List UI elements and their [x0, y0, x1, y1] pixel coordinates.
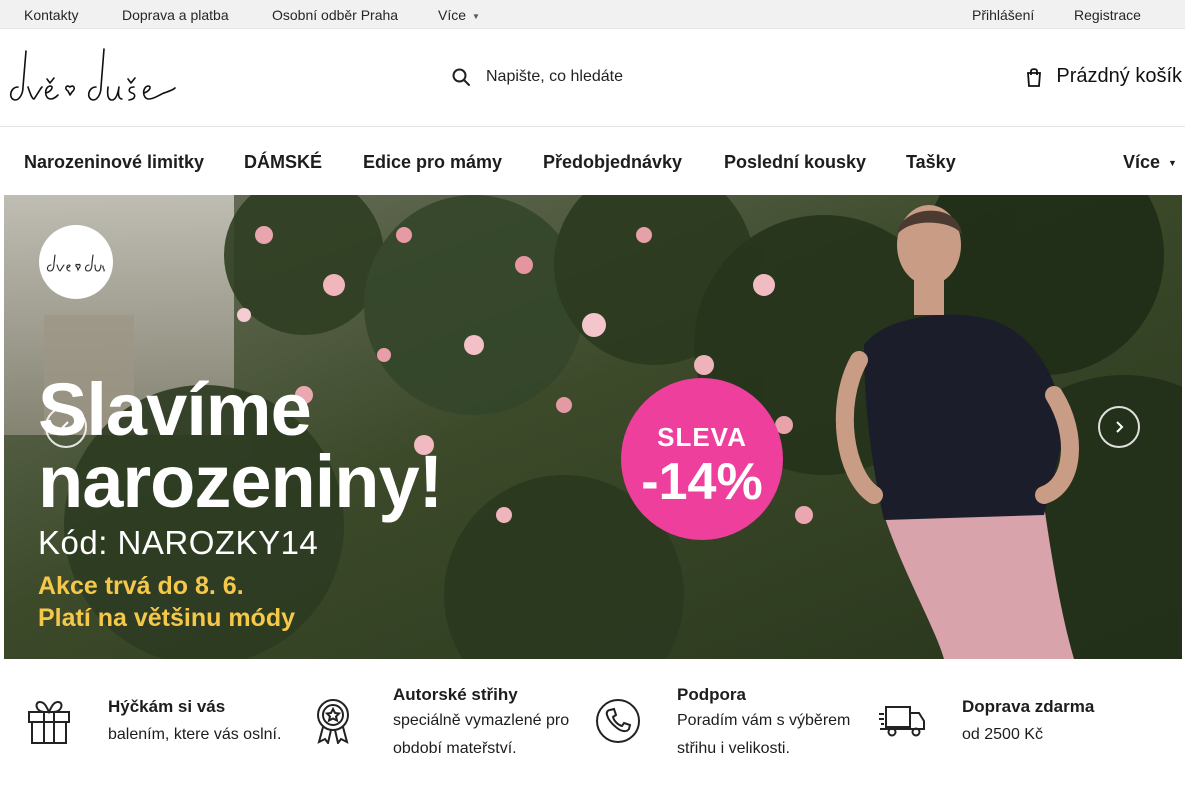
- hero-text-block: Slavíme narozeniny! Kód: NAROZKY14 Akce …: [38, 368, 443, 633]
- topbar-link-pickup[interactable]: Osobní odběr Praha: [272, 7, 398, 23]
- hero-banner[interactable]: Slavíme narozeniny! Kód: NAROZKY14 Akce …: [4, 195, 1182, 659]
- search-input[interactable]: [486, 68, 706, 86]
- nav-item-bags[interactable]: Tašky: [906, 152, 956, 173]
- benefit-text: Poradím vám s výběrem střihu i velikosti…: [677, 712, 851, 757]
- register-link[interactable]: Registrace: [1074, 7, 1141, 23]
- nav-item-birthday-limited[interactable]: Narozeninové limitky: [24, 152, 204, 173]
- nav-more-label: Více: [1123, 152, 1161, 172]
- hero-logo-badge: [39, 225, 113, 299]
- brand-logo-icon: [46, 254, 105, 272]
- topbar-more-menu[interactable]: Více ▼: [438, 7, 480, 23]
- login-link[interactable]: Přihlášení: [972, 7, 1034, 23]
- logo-script-icon: [9, 48, 176, 101]
- discount-badge-value: -14%: [641, 453, 763, 511]
- site-logo[interactable]: [4, 43, 176, 107]
- benefit-title: Autorské střihy: [393, 685, 518, 704]
- benefit-text: balením, ktere vás oslní.: [108, 726, 282, 743]
- hero-discount-code: Kód: NAROZKY14: [38, 524, 319, 561]
- carousel-next-button[interactable]: [1098, 406, 1140, 448]
- benefit-title: Doprava zdarma: [962, 697, 1095, 716]
- hero-headline-line1: Slavíme: [38, 368, 312, 451]
- chevron-right-icon: [1116, 421, 1124, 433]
- cart-button[interactable]: Prázdný košík: [1026, 65, 1182, 88]
- chevron-left-icon: [61, 421, 69, 433]
- search-bar: [452, 65, 706, 89]
- gift-icon: [28, 700, 70, 744]
- chevron-down-icon: ▼: [1168, 158, 1177, 169]
- topbar-link-contacts[interactable]: Kontakty: [24, 7, 78, 23]
- benefit-title: Podpora: [677, 685, 746, 704]
- benefit-item: Doprava zdarma od 2500 Kč: [870, 660, 1185, 790]
- nav-item-last-pieces[interactable]: Poslední kousky: [724, 152, 866, 173]
- benefit-text: od 2500 Kč: [962, 726, 1043, 743]
- carousel-prev-button[interactable]: [45, 406, 87, 448]
- hero-headline-line2: narozeniny!: [38, 440, 443, 523]
- hero-promo-line1: Akce trvá do 8. 6.: [38, 572, 244, 600]
- main-navigation: Narozeninové limitky DÁMSKÉ Edice pro má…: [0, 127, 1185, 195]
- discount-badge: SLEVA -14%: [621, 378, 783, 540]
- topbar-more-label: Více: [438, 7, 467, 23]
- award-icon: [317, 699, 349, 744]
- site-header: Prázdný košík: [0, 29, 1185, 127]
- nav-more-menu[interactable]: Více ▼: [1123, 152, 1177, 173]
- benefit-text: speciálně vymazlené pro období mateřství…: [393, 712, 570, 757]
- search-icon[interactable]: [452, 68, 470, 86]
- cart-label: Prázdný košík: [1056, 65, 1182, 87]
- truck-icon: [879, 706, 925, 737]
- hero-promo-line2: Platí na většinu módy: [38, 604, 296, 632]
- phone-icon: [596, 699, 640, 743]
- benefit-item: Autorské střihy speciálně vymazlené pro …: [290, 660, 580, 790]
- benefit-item: Hýčkám si vás balením, ktere vás oslní.: [0, 660, 290, 790]
- nav-item-preorders[interactable]: Předobjednávky: [543, 152, 682, 173]
- benefit-item: Podpora Poradím vám s výběrem střihu i v…: [580, 660, 870, 790]
- topbar-link-shipping[interactable]: Doprava a platba: [122, 7, 229, 23]
- top-utility-bar: Kontakty Doprava a platba Osobní odběr P…: [0, 0, 1185, 29]
- benefits-row: Hýčkám si vás balením, ktere vás oslní. …: [0, 660, 1185, 800]
- discount-badge-label: SLEVA: [657, 422, 747, 452]
- chevron-down-icon: ▼: [472, 11, 480, 21]
- nav-item-womens[interactable]: DÁMSKÉ: [244, 152, 322, 173]
- benefit-title: Hýčkám si vás: [108, 697, 226, 716]
- shopping-bag-icon: [1027, 67, 1042, 87]
- nav-item-moms-edition[interactable]: Edice pro mámy: [363, 152, 502, 173]
